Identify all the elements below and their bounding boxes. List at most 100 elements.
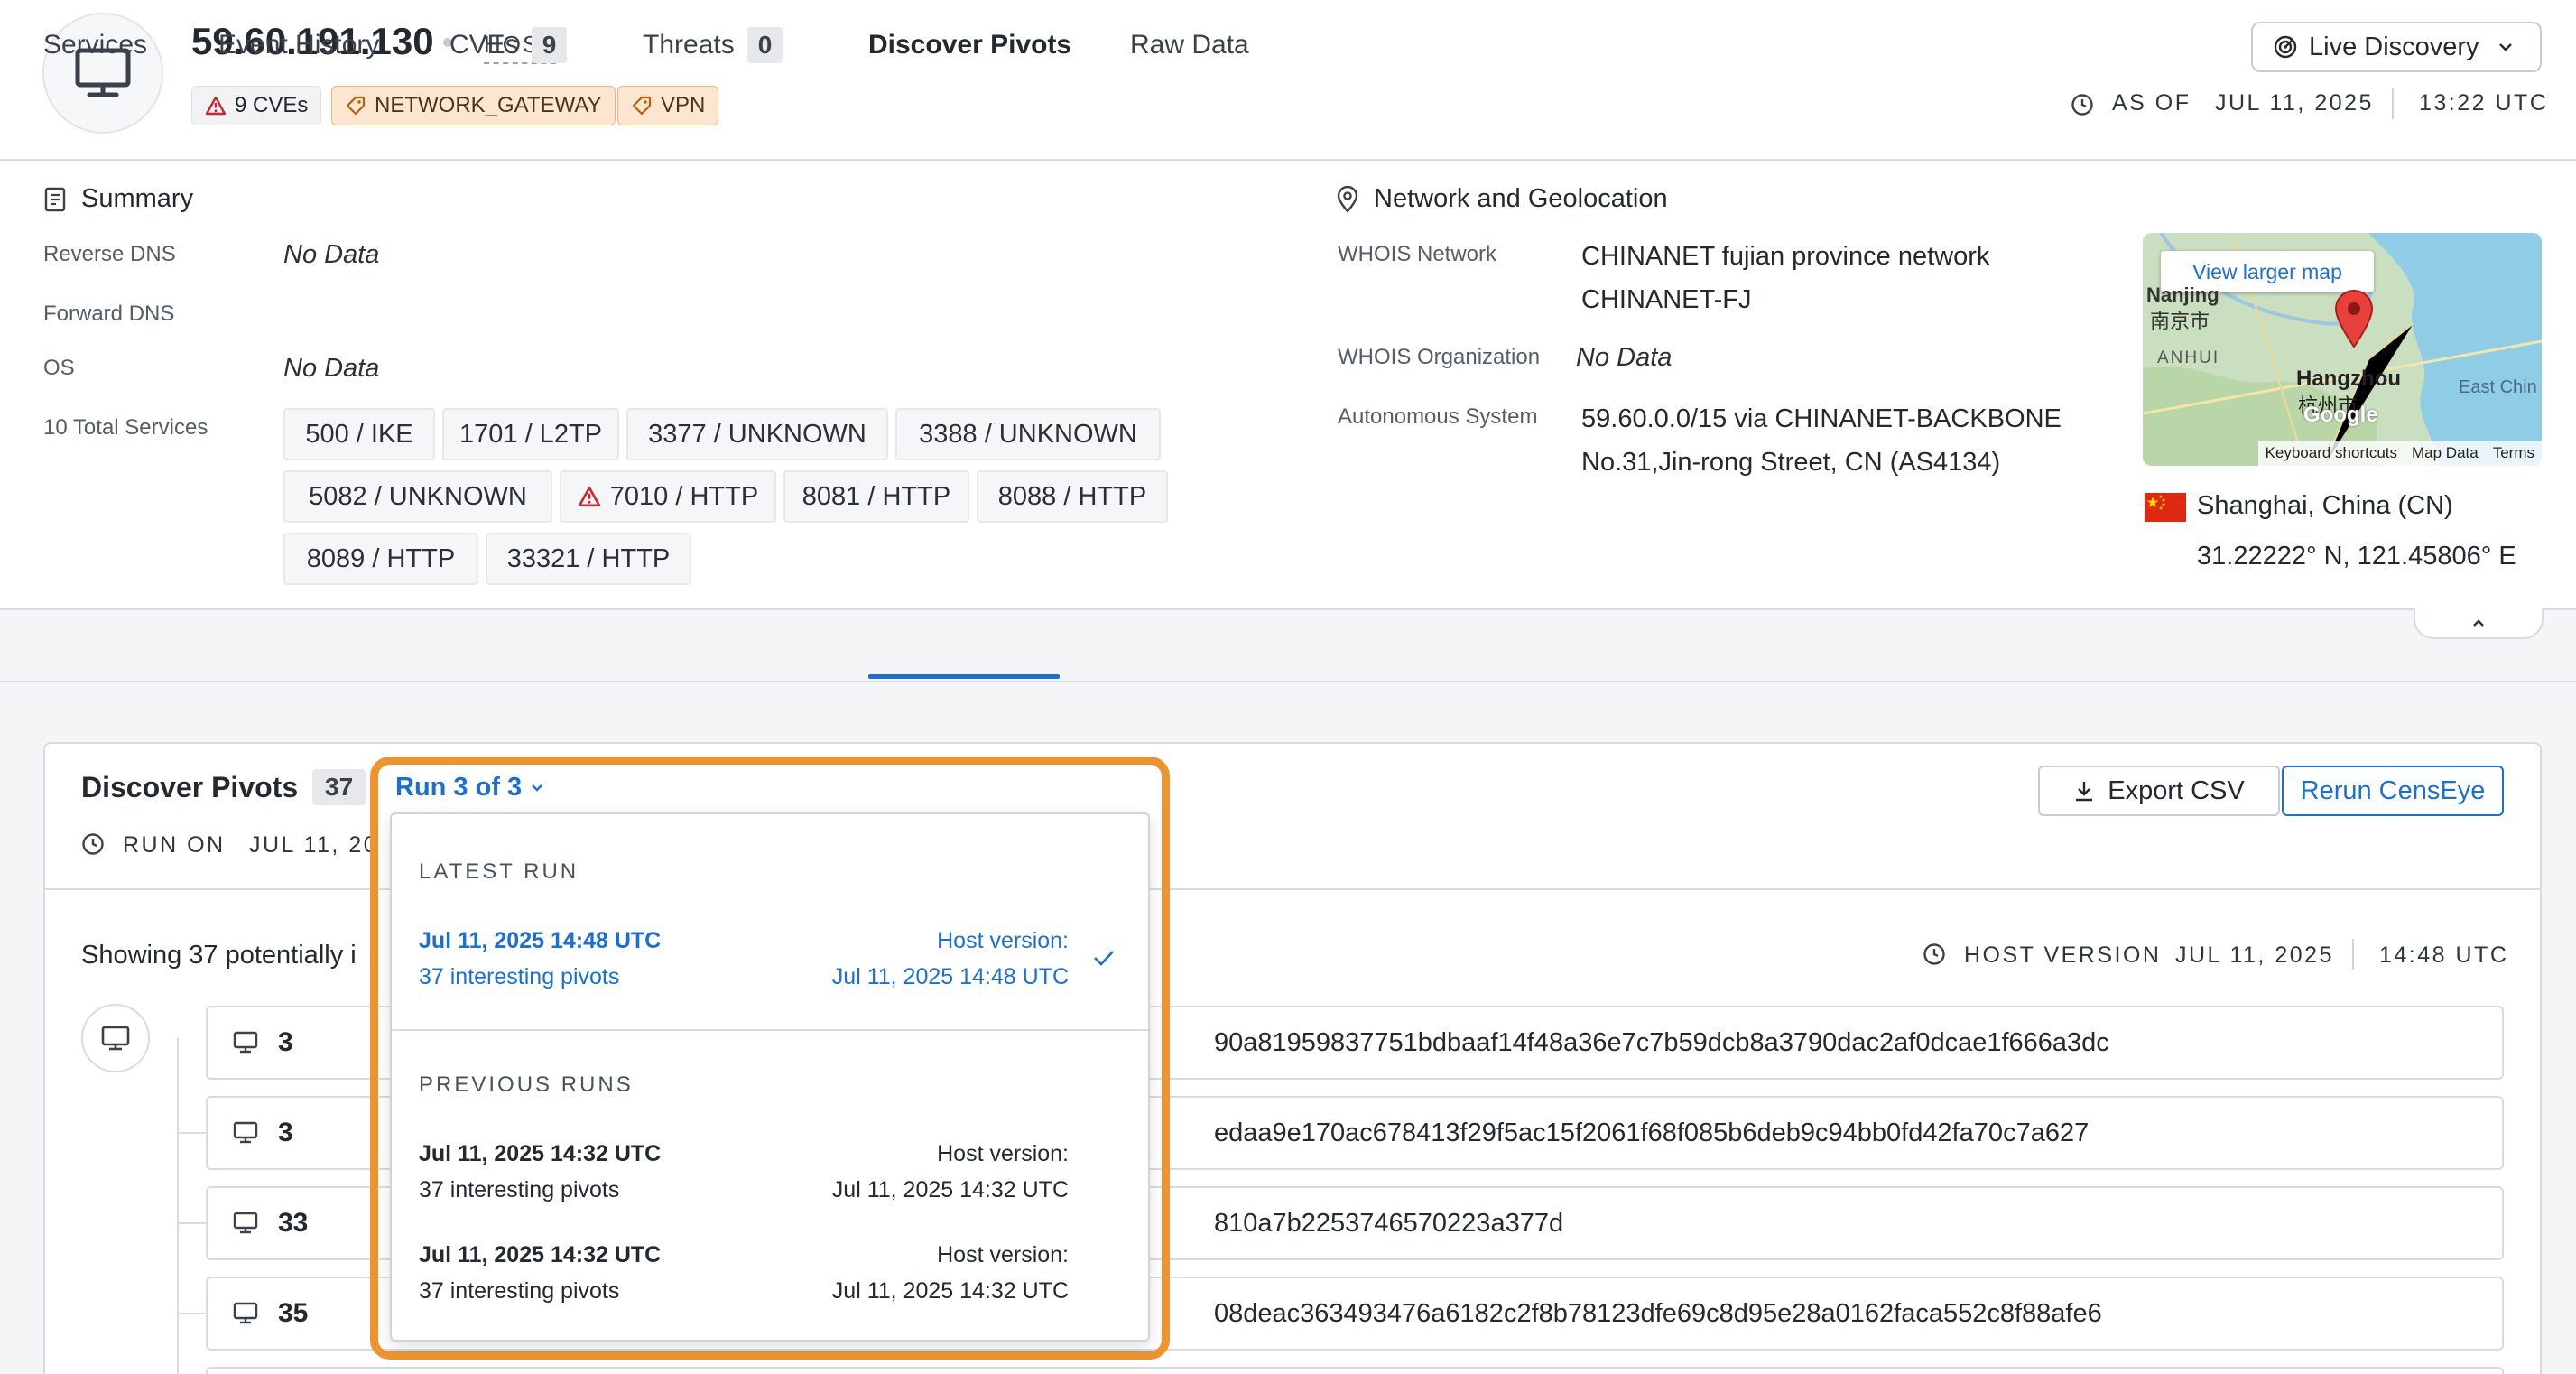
run-selector-menu: LATEST RUN Jul 11, 2025 14:48 UTC 37 int…: [390, 812, 1150, 1342]
as-line1: 59.60.0.0/15 via CHINANET-BACKBONE: [1581, 404, 2062, 433]
china-flag-icon: [2145, 493, 2186, 522]
whois-org-value: No Data: [1576, 343, 1673, 372]
service-chip[interactable]: 7010 / HTTP: [560, 470, 776, 523]
tag-label: NETWORK_GATEWAY: [375, 93, 602, 117]
pivot-count-value: 33: [278, 1208, 309, 1238]
map-label-nanjing-zh: 南京市: [2150, 310, 2210, 332]
location-map[interactable]: View larger map Nanjing 南京市 ANHUI Hangzh…: [2143, 233, 2542, 466]
whois-network-line1: CHINANET fujian province network: [1581, 242, 1990, 271]
clock-icon: [1923, 943, 1945, 965]
monitor-icon: [233, 1031, 258, 1054]
map-data-link[interactable]: Map Data: [2405, 441, 2486, 466]
os-label: OS: [43, 356, 75, 380]
summary-title: Summary: [43, 184, 193, 214]
run-host-version-date: Jul 11, 2025 14:48 UTC: [831, 964, 1069, 989]
tab-label: Discover Pivots: [868, 30, 1072, 60]
run-on-label: RUN ON: [123, 832, 226, 858]
service-chip[interactable]: 5082 / UNKNOWN: [283, 470, 552, 523]
tree-branch: [177, 1132, 206, 1134]
tab-cves[interactable]: CVEs 9: [449, 25, 568, 65]
service-chip-label: 3377 / UNKNOWN: [648, 419, 866, 449]
pivot-count-value: 3: [278, 1027, 293, 1057]
tab-label: Services: [43, 30, 148, 60]
map-footer: Keyboard shortcuts Map Data Terms: [2143, 441, 2542, 466]
vpn-tag[interactable]: VPN: [617, 86, 719, 125]
dropdown-divider: [392, 1029, 1148, 1031]
pivot-count-value: 3: [278, 1118, 293, 1147]
tag-icon: [632, 96, 652, 116]
run-date: Jul 11, 2025 14:48 UTC: [419, 928, 662, 953]
service-chip-label: 5082 / UNKNOWN: [309, 481, 527, 511]
clock-icon: [2071, 94, 2093, 116]
tree-connector: [177, 1038, 179, 1374]
tab-event-history[interactable]: Event History: [218, 25, 379, 65]
map-label-hangzhou: Hangzhou: [2296, 367, 2401, 391]
run-option-previous[interactable]: Jul 11, 2025 14:32 UTC 37 interesting pi…: [392, 1125, 1148, 1224]
forward-dns-label: Forward DNS: [43, 302, 175, 326]
service-chip-label: 8089 / HTTP: [306, 543, 456, 573]
service-chip-label: 1701 / L2TP: [459, 419, 602, 449]
service-chip-label: 500 / IKE: [305, 419, 413, 449]
latest-run-header: LATEST RUN: [419, 859, 579, 884]
run-date: Jul 11, 2025 14:32 UTC: [419, 1141, 662, 1166]
rerun-censeye-button[interactable]: Rerun CensEye: [2282, 766, 2504, 816]
as-of-time: 13:22 UTC: [2419, 90, 2549, 116]
service-chip[interactable]: 1701 / L2TP: [442, 408, 619, 460]
reverse-dns-label: Reverse DNS: [43, 242, 176, 266]
monitor-icon: [101, 1026, 130, 1051]
pivot-count: 33: [233, 1208, 308, 1239]
service-chip[interactable]: 3388 / UNKNOWN: [895, 408, 1161, 460]
monitor-icon: [233, 1212, 258, 1234]
tab-label: CVEs: [449, 30, 519, 60]
run-host-version-date: Jul 11, 2025 14:32 UTC: [831, 1177, 1069, 1202]
run-option-previous[interactable]: Jul 11, 2025 14:32 UTC 37 interesting pi…: [392, 1226, 1148, 1325]
tree-branch: [177, 1222, 206, 1224]
network-gateway-tag[interactable]: NETWORK_GATEWAY: [331, 86, 616, 125]
pivot-root-node: [81, 1004, 150, 1072]
active-tab-indicator: [868, 674, 1060, 679]
run-pivot-count: 37 interesting pivots: [419, 1278, 620, 1304]
live-discovery-button[interactable]: Live Discovery: [2251, 22, 2542, 72]
service-chip[interactable]: 33321 / HTTP: [486, 533, 691, 585]
terms-link[interactable]: Terms: [2485, 441, 2542, 466]
tab-raw-data[interactable]: Raw Data: [1130, 25, 1249, 65]
monitor-icon: [233, 1121, 258, 1144]
divider: [2352, 939, 2354, 970]
tab-label: Threats: [643, 30, 735, 60]
keyboard-shortcuts-link[interactable]: Keyboard shortcuts: [2257, 441, 2405, 466]
service-chip-label: 8081 / HTTP: [802, 481, 951, 511]
as-of-date: JUL 11, 2025: [2215, 90, 2374, 116]
pivot-count-value: 35: [278, 1298, 309, 1328]
pivot-hash: 90a81959837751bdbaaf14f48a36e7c7b59dcb8a…: [1214, 1027, 2109, 1057]
run-pivot-count: 37 interesting pivots: [419, 964, 620, 989]
service-chip-label: 7010 / HTTP: [609, 481, 759, 511]
export-csv-label: Export CSV: [2108, 775, 2245, 805]
tab-services[interactable]: Services: [43, 25, 147, 65]
whois-org-label: WHOIS Organization: [1338, 345, 1541, 369]
map-label-anhui: ANHUI: [2157, 348, 2220, 367]
run-host-version-label: Host version:: [937, 1242, 1069, 1267]
service-chip[interactable]: 500 / IKE: [283, 408, 435, 460]
service-chip-label: 3388 / UNKNOWN: [919, 419, 1137, 449]
tab-threats[interactable]: Threats 0: [643, 25, 783, 65]
warning-icon: [578, 486, 600, 507]
map-label-nanjing: Nanjing: [2146, 283, 2219, 306]
service-chip[interactable]: 3377 / UNKNOWN: [626, 408, 888, 460]
service-chip[interactable]: 8089 / HTTP: [283, 533, 478, 585]
run-option-latest[interactable]: Jul 11, 2025 14:48 UTC 37 interesting pi…: [392, 912, 1148, 1011]
network-title-text: Network and Geolocation: [1374, 184, 1668, 213]
run-date: Jul 11, 2025 14:32 UTC: [419, 1242, 662, 1267]
showing-summary: Showing 37 potentially i: [81, 941, 357, 970]
service-chip[interactable]: 8081 / HTTP: [783, 470, 969, 523]
pivot-hash: edaa9e170ac678413f29f5ac15f2061f68f085b6…: [1214, 1118, 2090, 1147]
reverse-dns-value: No Data: [283, 240, 380, 269]
host-header: 59.60.191.130 HOST 9 CVEs NETWORK_GATEWA…: [0, 0, 2576, 161]
map-label-sea: East Chin: [2459, 377, 2537, 397]
host-version-label: HOST VERSION: [1964, 942, 2162, 968]
run-host-version-date: Jul 11, 2025 14:32 UTC: [831, 1278, 1069, 1304]
cve-count-tag[interactable]: 9 CVEs: [191, 86, 322, 125]
service-chip[interactable]: 8088 / HTTP: [977, 470, 1168, 523]
tab-discover-pivots[interactable]: Discover Pivots: [868, 25, 1071, 65]
radar-icon: [2274, 35, 2297, 59]
export-csv-button[interactable]: Export CSV: [2038, 766, 2280, 816]
